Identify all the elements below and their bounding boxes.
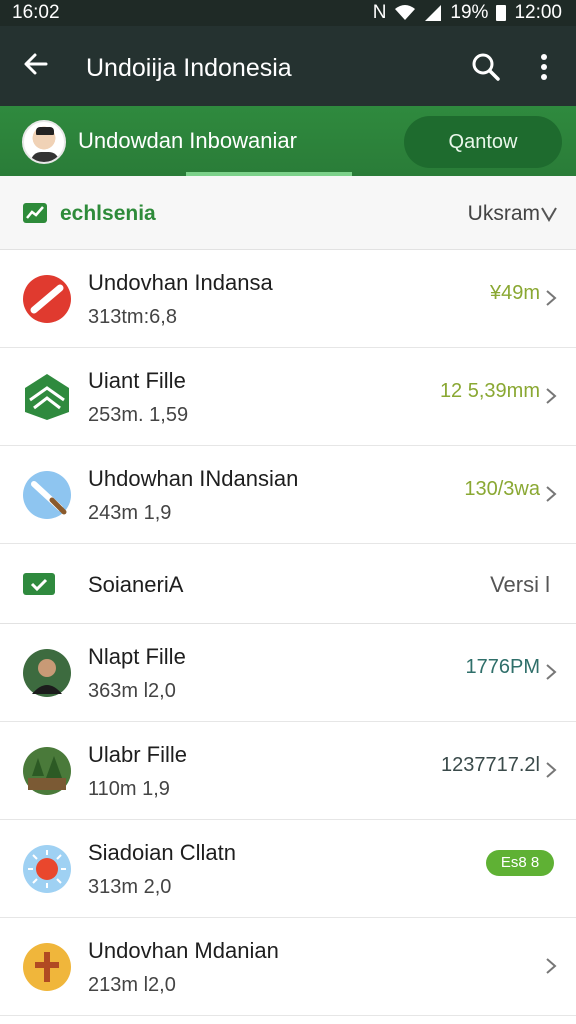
list-item-subtitle: 110m 1,9 xyxy=(88,778,170,800)
avatar[interactable] xyxy=(22,120,66,164)
filter-label: echlsenia xyxy=(60,202,156,225)
list-item-title: Uiant Fille xyxy=(88,368,186,393)
status-badge: Es8 8 xyxy=(486,850,554,876)
status-clock: 12:00 xyxy=(514,2,562,23)
list-item[interactable]: Ulabr Fille 110m 1,9 1237717.2l xyxy=(0,722,576,820)
status-icons: N 19% 12:00 xyxy=(373,2,562,24)
no-entry-icon xyxy=(23,275,71,323)
paintbrush-icon xyxy=(23,471,71,519)
app-bar: Undoiija Indonesia xyxy=(0,26,576,106)
wifi-icon xyxy=(395,5,416,20)
list-item-subtitle: 213m l2,0 xyxy=(88,974,176,996)
list-item[interactable]: Undovhan Indansa 313tm:6,8 ¥49m xyxy=(0,250,576,348)
chevron-right-icon xyxy=(546,958,557,974)
profile-bar: Undowdan Inbowaniar Qantow xyxy=(0,106,576,176)
filter-header: echlsenia Uksram xyxy=(0,176,576,250)
list-item[interactable]: Nlapt Fille 363m l2,0 1776PM xyxy=(0,624,576,722)
nfc-icon: N xyxy=(372,2,387,23)
chart-icon xyxy=(23,203,47,223)
list-item-meta: 1776PM xyxy=(465,656,541,678)
battery-percentage: 19% xyxy=(450,2,489,23)
list-item[interactable]: Uiant Fille 253m. 1,59 12 5,39mm xyxy=(0,348,576,446)
list-item-title: Undovhan Mdanian xyxy=(88,938,279,963)
list-item[interactable]: Siadoian Cllatn 313m 2,0 Es8 8 xyxy=(0,820,576,918)
list-item-meta: 12 5,39mm xyxy=(439,380,540,402)
list-item-subtitle: 313tm:6,8 xyxy=(88,306,177,328)
status-bar: 16:02 N 19% 12:00 xyxy=(0,0,576,26)
profile-action-button[interactable]: Qantow xyxy=(404,116,562,168)
back-arrow-icon[interactable] xyxy=(20,48,52,80)
list-item-title: Siadoian Cllatn xyxy=(88,840,236,865)
avatar-suit xyxy=(31,152,59,162)
list-item-subtitle: 243m 1,9 xyxy=(88,502,172,524)
list-item-subtitle: 253m. 1,59 xyxy=(88,404,189,426)
list-item-title: Undovhan Indansa xyxy=(88,270,273,295)
list-item-meta: 1237717.2l xyxy=(441,754,540,776)
section-version: Versi l xyxy=(490,572,550,597)
list-item-title: Ulabr Fille xyxy=(88,742,188,767)
chevron-down-icon[interactable] xyxy=(540,204,558,224)
battery-icon xyxy=(496,5,507,21)
profile-name: Undowdan Inbowaniar xyxy=(78,128,297,153)
signal-icon xyxy=(425,5,442,21)
list-item-meta: 130/3wa xyxy=(464,478,540,500)
list-item-subtitle: 363m l2,0 xyxy=(88,680,176,702)
page-title: Undoiija Indonesia xyxy=(86,54,292,82)
list-item[interactable]: Uhdowhan INdansian 243m 1,9 130/3wa xyxy=(0,446,576,544)
section-header: SoianeriA Versi l xyxy=(0,544,576,624)
avatar-hat xyxy=(36,127,54,135)
list-item-meta: ¥49m xyxy=(489,282,540,304)
chevron-right-icon xyxy=(546,762,557,778)
sort-label[interactable]: Uksram xyxy=(468,202,540,226)
chevron-right-icon xyxy=(546,486,557,502)
status-time: 16:02 xyxy=(12,2,60,23)
forest-photo-icon xyxy=(23,747,71,795)
checkbox-icon xyxy=(23,573,55,595)
list-item-subtitle: 313m 2,0 xyxy=(88,876,172,898)
section-label: SoianeriA xyxy=(88,572,184,597)
person-photo-icon xyxy=(23,649,71,697)
list-item[interactable]: Undovhan Mdanian 213m l2,0 xyxy=(0,918,576,1016)
mail-icon xyxy=(25,374,69,420)
chevron-right-icon xyxy=(546,664,557,680)
search-icon[interactable] xyxy=(470,51,502,83)
tools-icon xyxy=(23,943,71,991)
sun-icon xyxy=(23,845,71,893)
list-item-title: Uhdowhan INdansian xyxy=(88,466,299,491)
chevron-right-icon xyxy=(546,290,557,306)
more-options-icon[interactable] xyxy=(530,51,558,83)
chevron-right-icon xyxy=(546,388,557,404)
list-item-title: Nlapt Fille xyxy=(88,644,186,669)
